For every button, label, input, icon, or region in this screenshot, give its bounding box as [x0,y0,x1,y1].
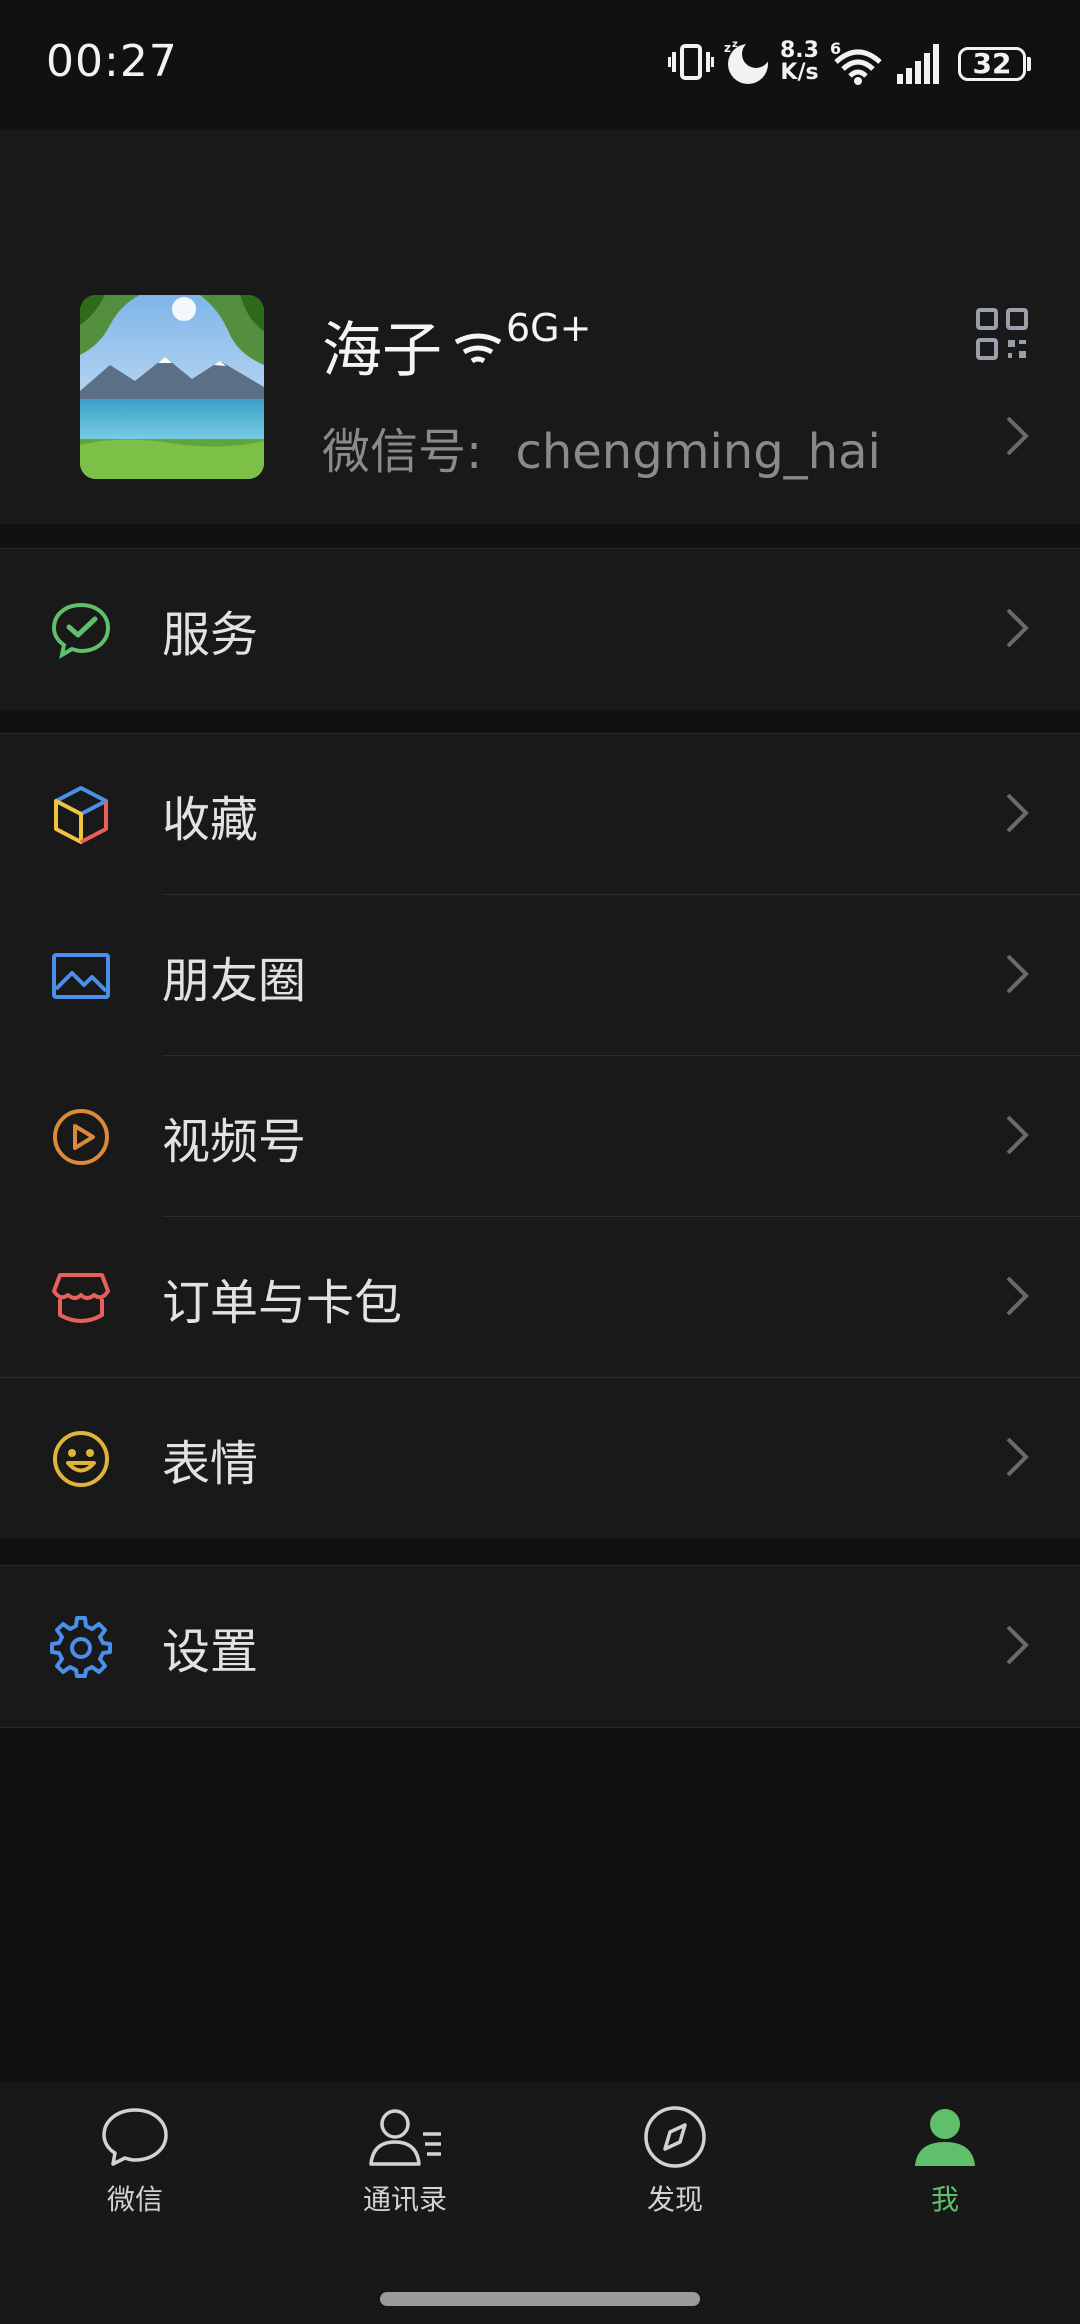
chevron-right-icon [1004,791,1030,839]
qr-code-icon[interactable] [976,308,1028,364]
moments-picture-icon [50,945,112,1007]
home-indicator[interactable] [380,2292,700,2306]
menu-label-stickers: 表情 [162,1435,259,1492]
menu-label-moments: 朋友圈 [162,952,307,1009]
favorites-cube-icon [50,784,112,846]
chevron-right-icon [1004,606,1030,654]
status-time: 00:27 [46,36,178,87]
chevron-right-icon [1004,1274,1030,1322]
contacts-icon [270,2104,540,2170]
do-not-disturb-icon: zz [722,38,770,90]
wechat-id-label: 微信号: [322,424,483,480]
avatar[interactable] [80,295,264,479]
tab-label-contacts: 通讯录 [362,2183,447,2216]
stickers-smiley-icon [50,1428,112,1490]
nickname-network-suffix: 6G+ [506,306,592,350]
battery-icon: 32 [958,47,1026,81]
profile-nickname: 海子 [322,302,442,389]
orders-shop-icon [50,1267,112,1329]
menu-item-channels[interactable]: 视频号 [0,1056,1080,1217]
me-person-icon [810,2104,1080,2170]
menu-item-settings[interactable]: 设置 [0,1566,1080,1727]
settings-gear-icon [50,1615,112,1678]
tab-chats[interactable]: 微信 [0,2104,270,2254]
channels-play-icon [50,1106,112,1168]
menu-item-favorites[interactable]: 收藏 [0,734,1080,895]
menu-label-service: 服务 [162,606,259,663]
chevron-right-icon [1004,414,1030,462]
menu-item-moments[interactable]: 朋友圈 [0,895,1080,1056]
svg-text:z: z [732,39,738,50]
menu-group-content: 收藏 朋友圈 视频号 订单与卡包 表情 [0,734,1080,1539]
chevron-right-icon [1004,1113,1030,1161]
menu-label-favorites: 收藏 [162,791,259,848]
svg-text:6: 6 [830,40,841,58]
svg-text:z: z [724,41,731,55]
menu-label-settings: 设置 [162,1623,259,1680]
battery-cap [1027,57,1031,71]
menu-group-service: 服务 [0,549,1080,710]
compass-icon [540,2104,810,2170]
network-speed-unit: K/s [780,60,819,85]
chevron-right-icon [1004,1623,1030,1671]
chevron-right-icon [1004,1435,1030,1483]
wechat-id-value: chengming_hai [515,424,881,480]
menu-item-stickers[interactable]: 表情 [0,1378,1080,1539]
menu-group-settings: 设置 [0,1566,1080,1727]
tab-discover[interactable]: 发现 [540,2104,810,2254]
network-speed-value: 8.3 [780,38,819,63]
service-checkmark-icon [50,599,112,661]
tab-me[interactable]: 我 [810,2104,1080,2254]
tab-label-chats: 微信 [106,2183,163,2216]
menu-label-channels: 视频号 [162,1113,307,1170]
menu-item-orders-cards[interactable]: 订单与卡包 [0,1217,1080,1378]
menu-label-orders-cards: 订单与卡包 [162,1274,403,1331]
nickname-text: 海子 [322,316,442,386]
battery-level: 32 [972,47,1012,80]
wifi-6-icon: 6 [830,39,884,90]
separator [0,1727,1080,1728]
tab-label-me: 我 [930,2183,959,2216]
status-bar: 00:27 zz 8.3 K/s 6 32 [0,0,1080,130]
tab-label-discover: 发现 [646,2183,703,2216]
bottom-tab-bar: 微信 通讯录 发现 我 [0,2082,1080,2324]
menu-item-service[interactable]: 服务 [0,549,1080,710]
wechat-id-row: 微信号: chengming_hai [322,412,881,482]
tab-contacts[interactable]: 通讯录 [270,2104,540,2254]
cellular-signal-icon [897,44,943,88]
network-speed: 8.3 K/s [780,40,819,84]
chevron-right-icon [1004,952,1030,1000]
chat-bubble-icon [0,2104,270,2170]
vibrate-icon [667,40,715,88]
